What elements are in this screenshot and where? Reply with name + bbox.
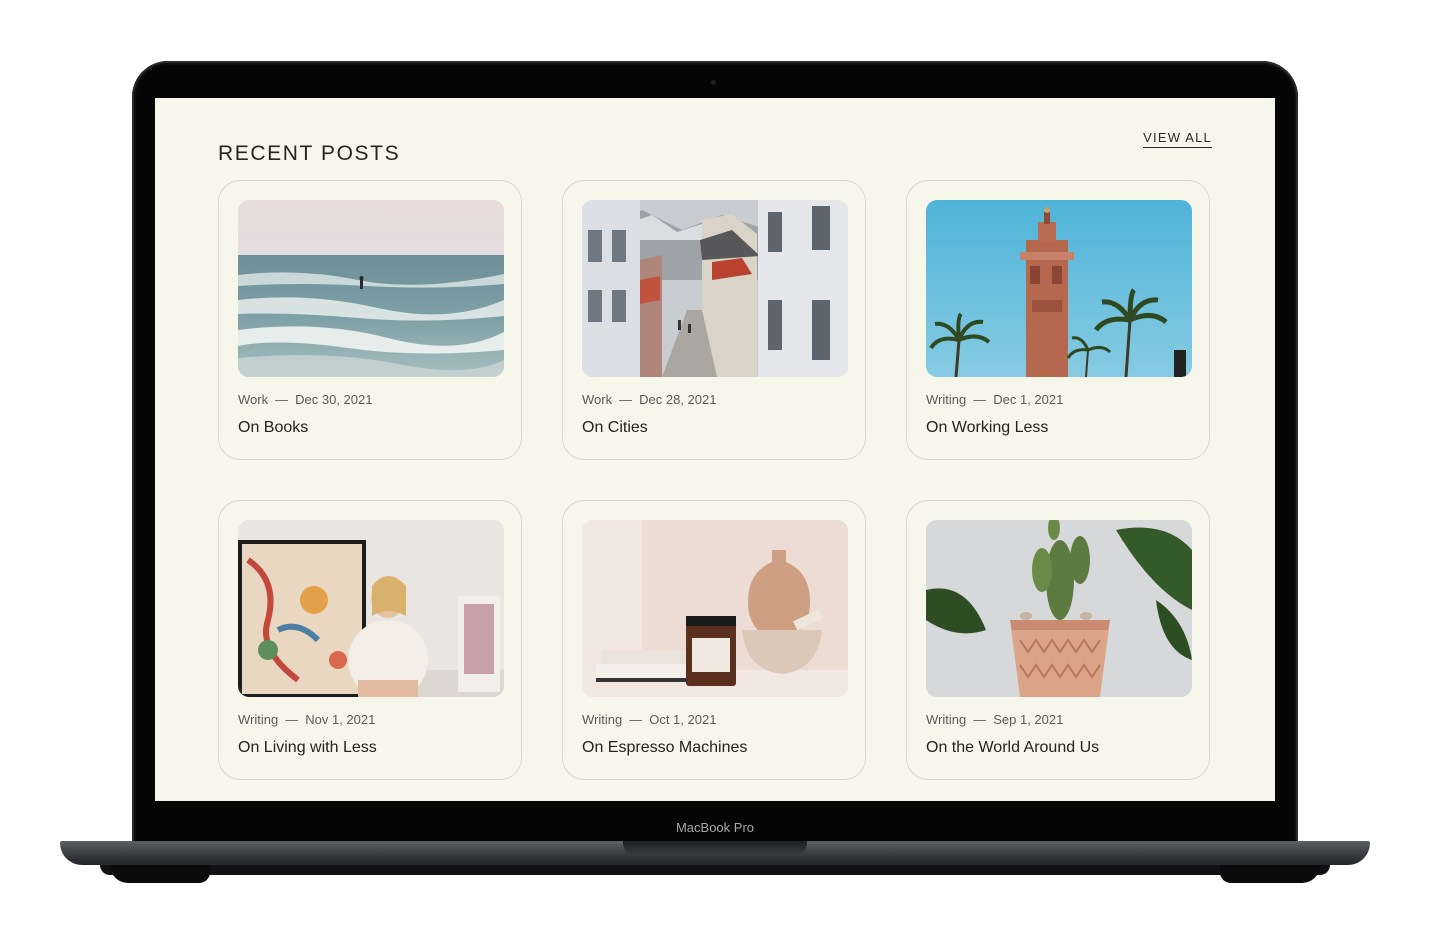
laptop-mockup: RECENT POSTS VIEW ALL Work — Dec 30, 202… bbox=[0, 0, 1430, 948]
view-all-link[interactable]: VIEW ALL bbox=[1143, 130, 1212, 148]
minaret-tower-image[interactable] bbox=[926, 200, 1192, 377]
post-card[interactable]: Writing — Sep 1, 2021 On the World Around … bbox=[906, 500, 1210, 780]
post-meta: Writing — Oct 1, 2021 bbox=[582, 712, 716, 727]
separator: — bbox=[973, 712, 987, 727]
post-date: Sep 1, 2021 bbox=[993, 712, 1064, 727]
city-street-image[interactable] bbox=[582, 200, 848, 377]
post-category: Work bbox=[238, 392, 269, 407]
post-meta: Work — Dec 28, 2021 bbox=[582, 392, 716, 407]
post-title[interactable]: On Cities bbox=[582, 419, 648, 437]
post-title[interactable]: On Living with Less bbox=[238, 739, 377, 757]
post-card[interactable]: Work — Dec 30, 2021 On Books bbox=[218, 180, 522, 460]
section-title: RECENT POSTS bbox=[218, 142, 401, 166]
post-date: Dec 28, 2021 bbox=[639, 392, 717, 407]
post-title[interactable]: On Working Less bbox=[926, 419, 1048, 437]
candle-and-vase-image[interactable] bbox=[582, 520, 848, 697]
post-category: Writing bbox=[926, 712, 967, 727]
post-meta: Writing — Dec 1, 2021 bbox=[926, 392, 1063, 407]
ocean-surfer-image[interactable] bbox=[238, 200, 504, 377]
post-date: Dec 30, 2021 bbox=[295, 392, 373, 407]
post-date: Nov 1, 2021 bbox=[305, 712, 376, 727]
post-card[interactable]: Work — Dec 28, 2021 On Cities bbox=[562, 180, 866, 460]
separator: — bbox=[629, 712, 643, 727]
separator: — bbox=[275, 392, 289, 407]
cactus-pot-image[interactable] bbox=[926, 520, 1192, 697]
post-date: Oct 1, 2021 bbox=[649, 712, 717, 727]
post-title[interactable]: On the World Around Us bbox=[926, 739, 1099, 757]
laptop-foot-right bbox=[1220, 865, 1320, 883]
post-card[interactable]: Writing — Nov 1, 2021 On Living with Less bbox=[218, 500, 522, 780]
post-category: Writing bbox=[582, 712, 623, 727]
screen: RECENT POSTS VIEW ALL Work — Dec 30, 202… bbox=[155, 98, 1275, 801]
laptop-base-shadow bbox=[100, 865, 1330, 875]
separator: — bbox=[619, 392, 633, 407]
post-category: Writing bbox=[238, 712, 279, 727]
post-title[interactable]: On Books bbox=[238, 419, 308, 437]
post-category: Writing bbox=[926, 392, 967, 407]
device-label: MacBook Pro bbox=[675, 820, 755, 835]
laptop-notch bbox=[623, 841, 807, 855]
post-title[interactable]: On Espresso Machines bbox=[582, 739, 747, 757]
separator: — bbox=[285, 712, 299, 727]
camera-icon bbox=[711, 80, 716, 85]
post-card[interactable]: Writing — Oct 1, 2021 On Espresso Machines bbox=[562, 500, 866, 780]
post-meta: Writing — Nov 1, 2021 bbox=[238, 712, 375, 727]
post-category: Work bbox=[582, 392, 613, 407]
post-card[interactable]: Writing — Dec 1, 2021 On Working Less bbox=[906, 180, 1210, 460]
separator: — bbox=[973, 392, 987, 407]
post-meta: Writing — Sep 1, 2021 bbox=[926, 712, 1063, 727]
woman-with-painting-image[interactable] bbox=[238, 520, 504, 697]
laptop-foot-left bbox=[110, 865, 210, 883]
post-meta: Work — Dec 30, 2021 bbox=[238, 392, 372, 407]
post-date: Dec 1, 2021 bbox=[993, 392, 1064, 407]
